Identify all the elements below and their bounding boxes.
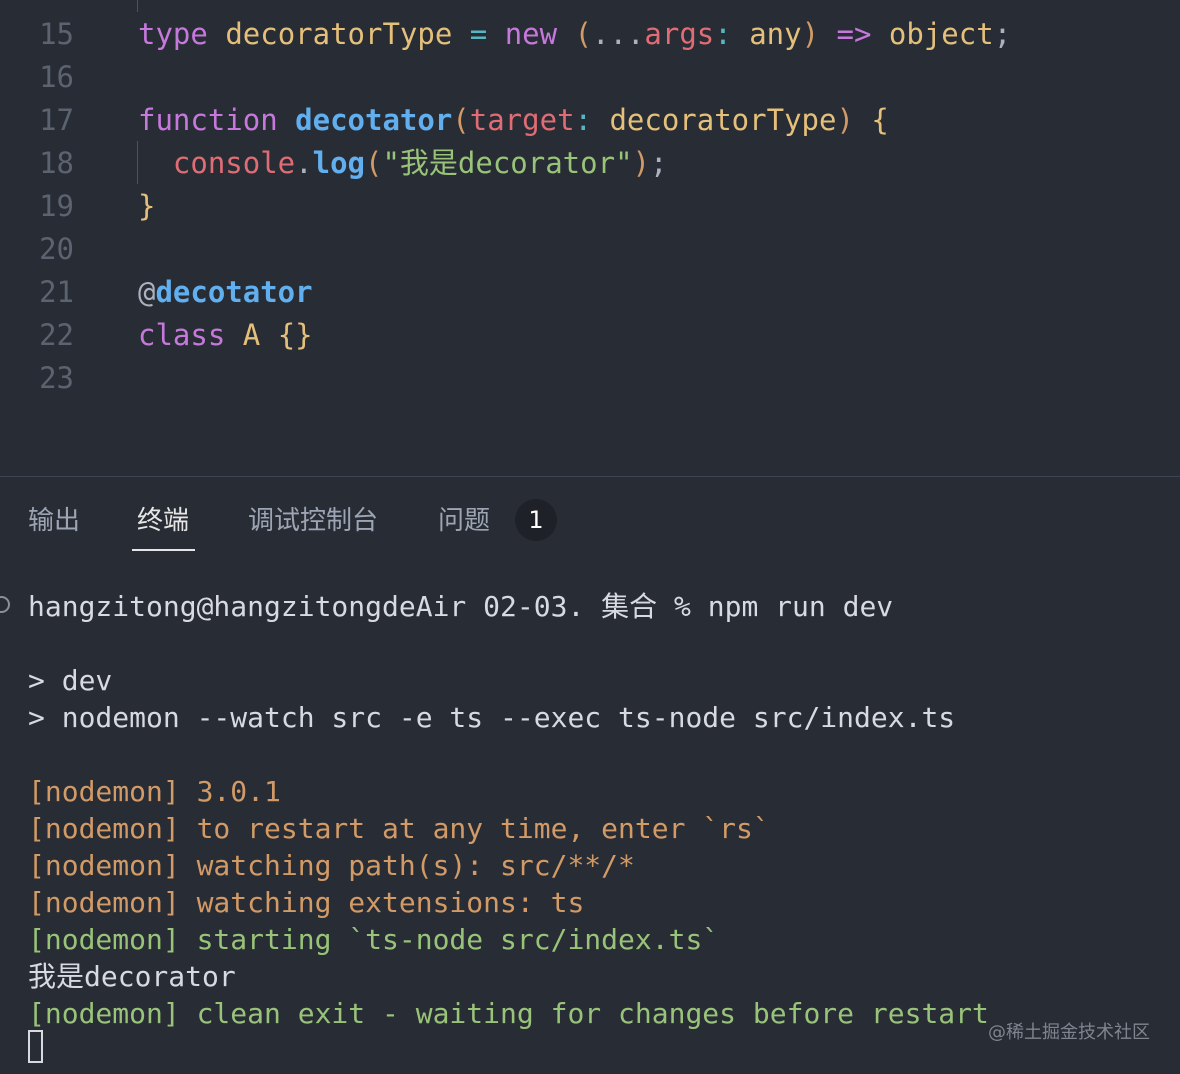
bottom-panel: 输出 终端 调试控制台 问题 1 hangzitong@hangzitongde… bbox=[0, 477, 1180, 1074]
code-text: @decotator bbox=[138, 271, 313, 314]
terminal-line: [nodemon] 3.0.1 bbox=[28, 775, 281, 808]
indent-guide bbox=[137, 0, 138, 12]
code-token: decotator bbox=[155, 275, 313, 309]
tab-terminal[interactable]: 终端 bbox=[137, 503, 189, 539]
code-token: {} bbox=[277, 318, 313, 352]
code-token: console bbox=[172, 146, 296, 180]
code-text: class A {} bbox=[138, 314, 313, 357]
code-text: } bbox=[138, 185, 155, 228]
line-number[interactable]: 16 bbox=[0, 56, 74, 99]
code-line[interactable]: 16 bbox=[0, 56, 1180, 99]
terminal-line: [nodemon] watching path(s): src/**/* bbox=[28, 849, 635, 882]
code-line[interactable]: 20 bbox=[0, 228, 1180, 271]
code-token: { bbox=[871, 103, 889, 137]
code-token: args bbox=[644, 17, 715, 51]
code-editor[interactable]: 15 type decoratorType = new (...args: any… bbox=[0, 0, 1180, 476]
code-line[interactable]: 21 @decotator bbox=[0, 271, 1180, 314]
code-line[interactable]: 17 function decotator(target: decoratorTy… bbox=[0, 99, 1180, 142]
terminal-line: [nodemon] watching extensions: ts bbox=[28, 886, 585, 919]
code-token: ) bbox=[801, 17, 820, 51]
active-tab-indicator bbox=[132, 549, 195, 551]
terminal-line: > dev bbox=[28, 664, 113, 697]
terminal-line: hangzitong@hangzitongdeAir 02-03. 集合 % n… bbox=[28, 590, 894, 623]
code-token: : bbox=[574, 103, 592, 137]
terminal-cursor bbox=[28, 1030, 43, 1063]
code-token: ( bbox=[365, 146, 383, 180]
code-token: ) bbox=[836, 103, 854, 137]
code-token: } bbox=[138, 189, 156, 223]
code-token: target bbox=[469, 103, 575, 137]
line-number[interactable]: 20 bbox=[0, 228, 74, 271]
code-token: function bbox=[138, 103, 278, 137]
code-line[interactable]: 15 type decoratorType = new (...args: any… bbox=[0, 13, 1180, 56]
code-token: log bbox=[312, 146, 365, 180]
terminal-line: 我是decorator bbox=[28, 960, 236, 993]
code-token: ; bbox=[650, 146, 668, 180]
code-token: ( bbox=[452, 103, 470, 137]
code-text: type decoratorType = new (...args: any) … bbox=[138, 13, 1011, 56]
code-token: type bbox=[138, 17, 208, 51]
watermark: @稀土掘金技术社区 bbox=[988, 1022, 1150, 1043]
tab-debug-console[interactable]: 调试控制台 bbox=[248, 503, 378, 539]
code-token: "我是decorator" bbox=[382, 146, 633, 180]
line-number[interactable]: 22 bbox=[0, 314, 74, 357]
line-number[interactable]: 18 bbox=[0, 142, 74, 185]
tab-problems[interactable]: 问题 bbox=[438, 503, 490, 539]
code-token: decoratorType bbox=[609, 103, 837, 137]
code-token: = bbox=[469, 17, 488, 51]
line-number[interactable]: 23 bbox=[0, 357, 74, 400]
code-text: function decotator(target: decoratorType… bbox=[138, 99, 889, 142]
line-number[interactable]: 15 bbox=[0, 13, 74, 56]
line-number[interactable]: 21 bbox=[0, 271, 74, 314]
code-line[interactable]: 18 console.log("我是decorator"); bbox=[0, 142, 1180, 185]
code-token: ) bbox=[632, 146, 650, 180]
code-token: ; bbox=[993, 17, 1012, 51]
code-token: any bbox=[749, 17, 802, 51]
code-token: @ bbox=[138, 275, 156, 309]
code-token: => bbox=[836, 17, 872, 51]
terminal-line: [nodemon] to restart at any time, enter … bbox=[28, 812, 770, 845]
command-status-icon[interactable] bbox=[0, 596, 10, 613]
code-token: ... bbox=[592, 17, 645, 51]
code-line[interactable]: 23 bbox=[0, 357, 1180, 400]
terminal-line: > nodemon --watch src -e ts --exec ts-no… bbox=[28, 701, 956, 734]
code-token: ( bbox=[574, 17, 593, 51]
code-line[interactable]: 19} bbox=[0, 185, 1180, 228]
problems-count-badge[interactable]: 1 bbox=[515, 499, 557, 541]
code-token: decotator bbox=[295, 103, 453, 137]
code-text: console.log("我是decorator"); bbox=[138, 142, 668, 185]
code-token: new bbox=[504, 17, 558, 51]
code-token: decoratorType bbox=[225, 17, 453, 51]
tab-output[interactable]: 输出 bbox=[28, 503, 80, 539]
terminal-line: [nodemon] clean exit - waiting for chang… bbox=[28, 997, 989, 1030]
line-number[interactable]: 17 bbox=[0, 99, 74, 142]
code-line[interactable]: 22 class A {} bbox=[0, 314, 1180, 357]
code-token: . bbox=[295, 146, 313, 180]
code-token: A bbox=[242, 318, 261, 352]
line-number[interactable]: 19 bbox=[0, 185, 74, 228]
code-token: : bbox=[714, 17, 732, 51]
code-token: class bbox=[138, 318, 226, 352]
code-token: object bbox=[888, 17, 994, 51]
terminal-line: [nodemon] starting `ts-node src/index.ts… bbox=[28, 923, 720, 956]
